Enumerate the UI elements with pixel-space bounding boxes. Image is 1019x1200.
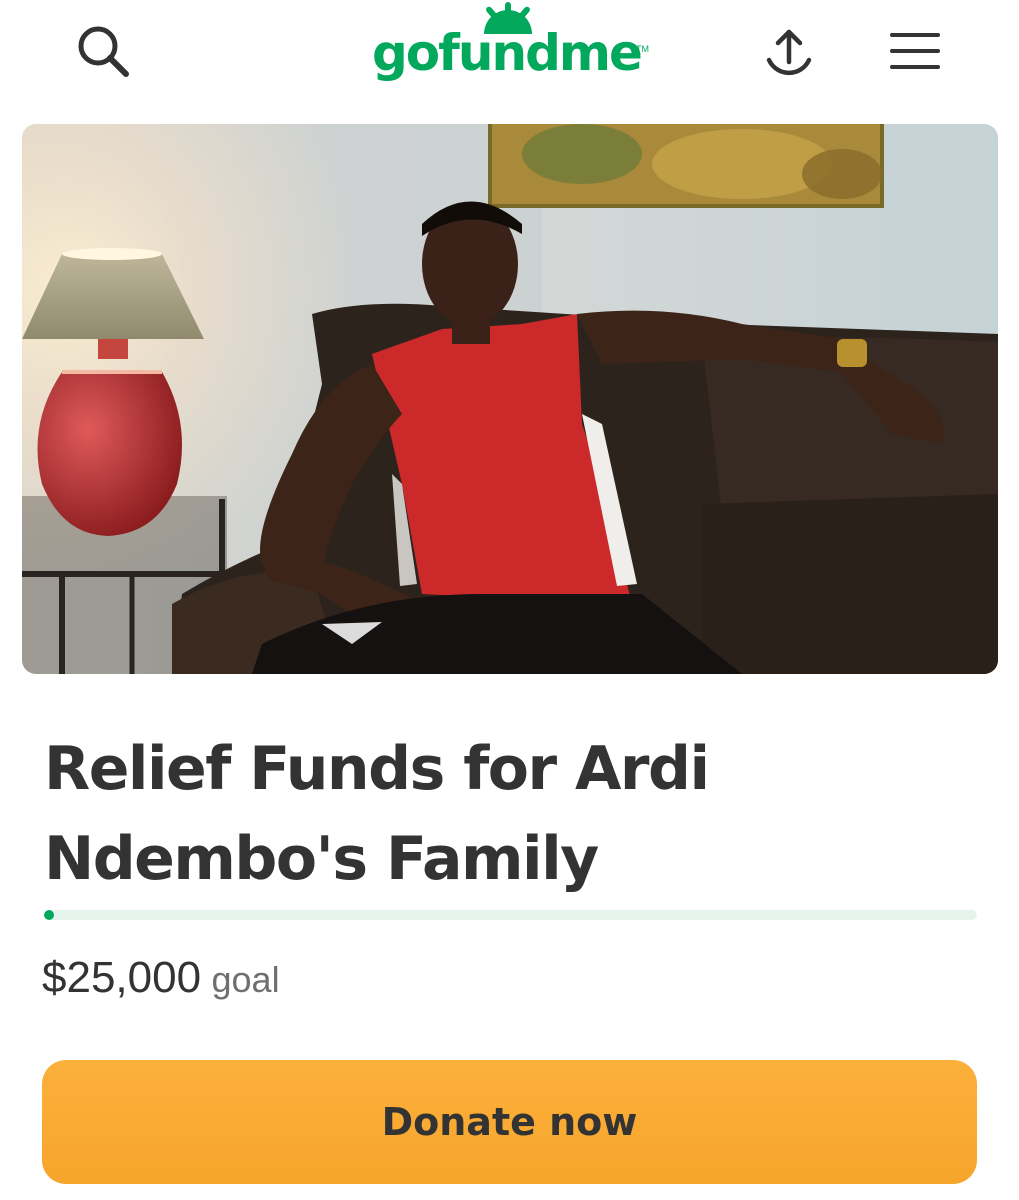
gofundme-logo[interactable]: gofundme TM	[368, 0, 658, 110]
campaign-photo[interactable]	[22, 124, 998, 674]
menu-button[interactable]	[882, 22, 948, 80]
campaign-photo-illustration	[22, 124, 998, 674]
top-header: gofundme TM	[0, 0, 1019, 118]
donate-now-button[interactable]: Donate now	[42, 1060, 977, 1184]
search-button[interactable]	[70, 18, 136, 84]
progress-fill	[44, 910, 54, 920]
goal-label: goal	[211, 959, 280, 1000]
logo-wordmark: gofundme	[372, 24, 643, 82]
goal-amount: $25,000	[42, 953, 202, 1002]
share-icon	[766, 29, 812, 76]
campaign-title: Relief Funds for Ardi Ndembo's Family	[44, 734, 710, 894]
progress-bar	[44, 910, 977, 920]
share-button[interactable]	[755, 20, 823, 88]
goal-summary: $25,000 goal	[42, 950, 280, 1016]
menu-icon	[890, 33, 940, 69]
search-icon	[78, 26, 129, 77]
logo-trademark: TM	[636, 44, 649, 54]
